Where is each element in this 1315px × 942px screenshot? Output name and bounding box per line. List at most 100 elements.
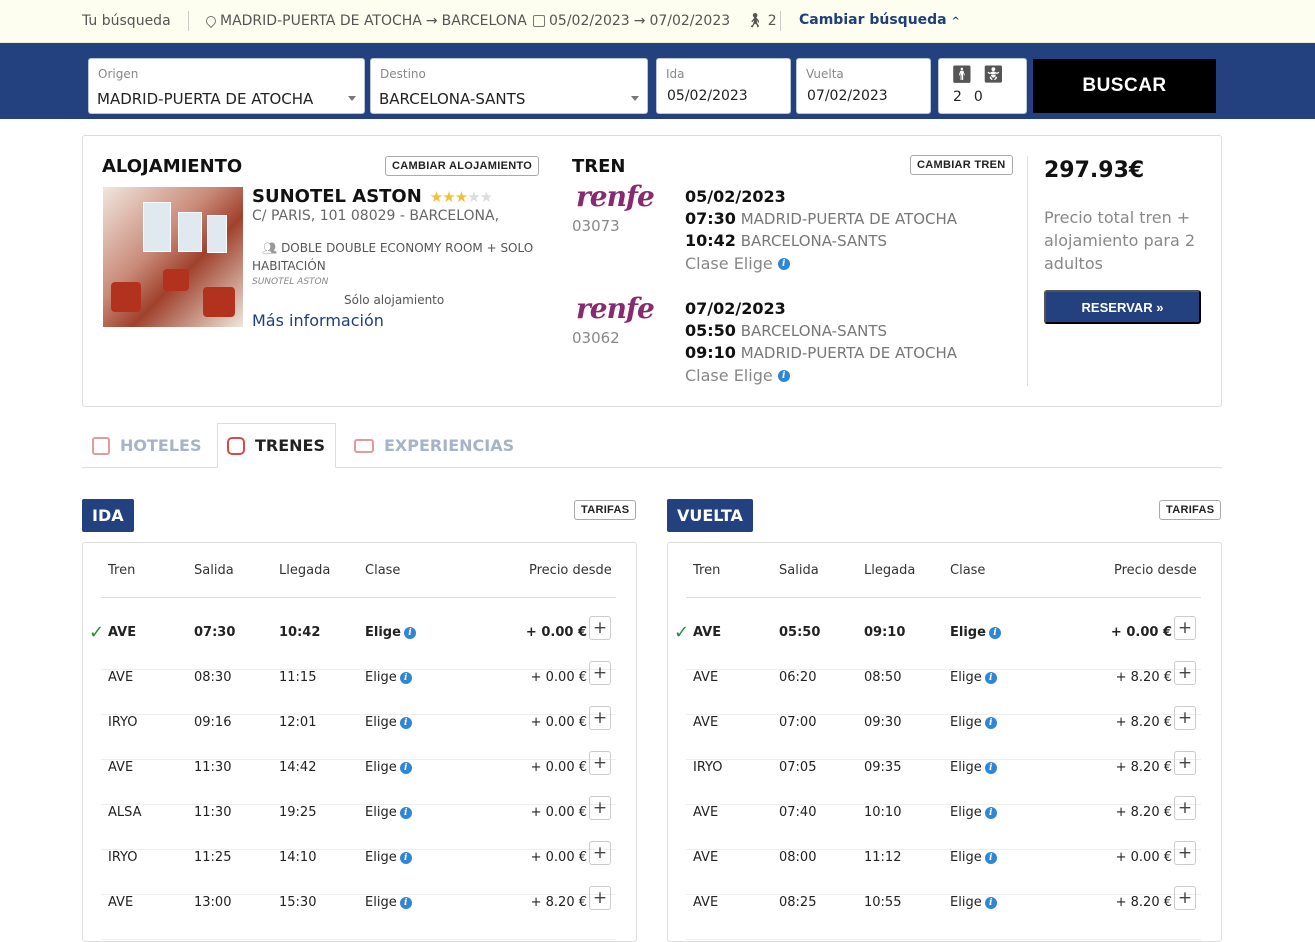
search-button[interactable]: BUSCAR <box>1033 59 1216 113</box>
cell-departure: 11:30 <box>194 805 232 820</box>
destination-label: Destino <box>380 67 426 81</box>
expand-plus-icon[interactable]: + <box>1174 616 1196 640</box>
info-icon[interactable]: i <box>403 626 416 639</box>
cell-train: IRYO <box>108 850 138 865</box>
tab-trenes[interactable]: TRENES <box>217 423 336 468</box>
outbound-badge: IDA <box>82 499 134 532</box>
info-icon[interactable]: i <box>777 257 790 270</box>
expand-plus-icon[interactable]: + <box>1174 706 1196 730</box>
change-accommodation-button[interactable]: CAMBIAR ALOJAMIENTO <box>385 156 540 176</box>
info-icon[interactable]: i <box>399 761 412 774</box>
info-icon[interactable]: i <box>777 369 790 382</box>
destination-value: BARCELONA-SANTS <box>379 90 526 108</box>
cell-departure: 05:50 <box>779 625 821 640</box>
info-icon[interactable]: i <box>399 806 412 819</box>
cell-departure: 07:00 <box>779 715 817 730</box>
expand-plus-icon[interactable]: + <box>1174 661 1196 685</box>
inbound-dep-station: BARCELONA-SANTS <box>740 322 888 340</box>
info-icon[interactable]: i <box>984 716 997 729</box>
info-icon[interactable]: i <box>399 671 412 684</box>
cell-class-text: Elige <box>365 715 397 730</box>
cell-price: + 8.20 € <box>1115 760 1172 775</box>
adults-count: 2 <box>953 89 962 105</box>
departure-date-label: Ida <box>666 67 685 81</box>
change-train-button[interactable]: CAMBIAR TREN <box>910 155 1013 175</box>
expand-plus-icon[interactable]: + <box>1174 751 1196 775</box>
info-icon[interactable]: i <box>988 626 1001 639</box>
expand-plus-icon[interactable]: + <box>589 796 611 820</box>
table-row[interactable]: ALSA 11:30 19:25 Elige i + 0.00 € + <box>83 796 636 850</box>
tab-experiencias[interactable]: EXPERIENCIAS <box>354 423 514 468</box>
cell-arrival: 14:10 <box>279 850 317 865</box>
info-icon[interactable]: i <box>399 851 412 864</box>
table-row[interactable]: AVE 07:40 10:10 Elige i + 8.20 € + <box>668 796 1221 850</box>
expand-plus-icon[interactable]: + <box>1174 886 1196 910</box>
table-row[interactable]: AVE 08:25 10:55 Elige i + 8.20 € + <box>668 886 1221 940</box>
date-return: 07/02/2023 <box>649 13 731 29</box>
cell-class: Elige i <box>365 715 412 730</box>
info-icon[interactable]: i <box>399 896 412 909</box>
person-icon: 🚶︎ <box>746 13 764 29</box>
departure-date-field[interactable]: Ida 05/02/2023 <box>656 58 791 114</box>
book-button[interactable]: RESERVAR » <box>1044 290 1201 324</box>
divider <box>686 597 1201 598</box>
cell-arrival: 10:10 <box>864 805 902 820</box>
passengers-field[interactable]: 🚹︎ 🚼︎ 2 0 <box>938 58 1027 114</box>
photo-window <box>207 215 227 253</box>
table-row[interactable]: AVE 06:20 08:50 Elige i + 8.20 € + <box>668 661 1221 715</box>
accommodation-title: ALOJAMIENTO <box>102 156 243 177</box>
table-row[interactable]: AVE 11:30 14:42 Elige i + 0.00 € + <box>83 751 636 805</box>
guests-icon: 👥︎ <box>262 241 278 255</box>
expand-plus-icon[interactable]: + <box>589 706 611 730</box>
cell-departure: 13:00 <box>194 895 232 910</box>
adult-icon: 🚹︎ <box>951 65 973 85</box>
inbound-arr-station: MADRID-PUERTA DE ATOCHA <box>740 344 958 362</box>
info-icon[interactable]: i <box>984 806 997 819</box>
table-row[interactable]: AVE 13:00 15:30 Elige i + 8.20 € + <box>83 886 636 940</box>
more-info-link[interactable]: Más información <box>252 311 384 330</box>
return-date-field[interactable]: Vuelta 07/02/2023 <box>796 58 931 114</box>
expand-plus-icon[interactable]: + <box>589 751 611 775</box>
inbound-arr-time: 09:10 <box>685 343 736 362</box>
expand-plus-icon[interactable]: + <box>1174 796 1196 820</box>
outbound-class: Clase Elige i <box>685 254 790 273</box>
change-search-link[interactable]: Cambiar búsqueda ^ <box>799 12 960 28</box>
table-row[interactable]: ✓ AVE 07:30 10:42 Elige i + 0.00 € + <box>83 616 636 670</box>
table-row[interactable]: AVE 07:00 09:30 Elige i + 8.20 € + <box>668 706 1221 760</box>
info-icon[interactable]: i <box>984 896 997 909</box>
cell-arrival: 11:12 <box>864 850 902 865</box>
room-type-text: DOBLE DOUBLE ECONOMY ROOM + SOLO HABITAC… <box>252 241 534 273</box>
hotel-photo[interactable] <box>103 187 243 327</box>
info-icon[interactable]: i <box>984 761 997 774</box>
divider <box>101 939 616 940</box>
col-departure: Salida <box>779 563 819 578</box>
outbound-dep-station: MADRID-PUERTA DE ATOCHA <box>740 210 958 228</box>
outbound-class-text: Clase Elige <box>685 254 773 273</box>
table-row[interactable]: IRYO 11:25 14:10 Elige i + 0.00 € + <box>83 841 636 895</box>
table-row[interactable]: IRYO 07:05 09:35 Elige i + 8.20 € + <box>668 751 1221 805</box>
info-icon[interactable]: i <box>399 716 412 729</box>
destination-select[interactable]: Destino BARCELONA-SANTS <box>370 58 648 114</box>
expand-plus-icon[interactable]: + <box>589 661 611 685</box>
expand-plus-icon[interactable]: + <box>589 841 611 865</box>
cell-class: Elige i <box>365 895 412 910</box>
info-icon[interactable]: i <box>984 671 997 684</box>
outbound-fares-button[interactable]: TARIFAS <box>574 500 637 520</box>
expand-plus-icon[interactable]: + <box>589 886 611 910</box>
return-fares-button[interactable]: TARIFAS <box>1159 500 1222 520</box>
tab-hoteles[interactable]: HOTELES <box>92 423 201 468</box>
table-row[interactable]: AVE 08:00 11:12 Elige i + 0.00 € + <box>668 841 1221 895</box>
expand-plus-icon[interactable]: + <box>1174 841 1196 865</box>
info-icon[interactable]: i <box>984 851 997 864</box>
origin-select[interactable]: Origen MADRID-PUERTA DE ATOCHA <box>88 58 365 114</box>
table-row[interactable]: AVE 08:30 11:15 Elige i + 0.00 € + <box>83 661 636 715</box>
board-regime: Sólo alojamiento <box>344 293 445 307</box>
outbound-arr-station: BARCELONA-SANTS <box>740 232 888 250</box>
expand-plus-icon[interactable]: + <box>589 616 611 640</box>
table-row[interactable]: IRYO 09:16 12:01 Elige i + 0.00 € + <box>83 706 636 760</box>
cell-price: + 0.00 € <box>530 715 587 730</box>
search-passengers: 🚶︎ 2 <box>746 13 777 29</box>
cell-price: + 8.20 € <box>530 895 587 910</box>
cell-class-text: Elige <box>365 760 397 775</box>
table-row[interactable]: ✓ AVE 05:50 09:10 Elige i + 0.00 € + <box>668 616 1221 670</box>
